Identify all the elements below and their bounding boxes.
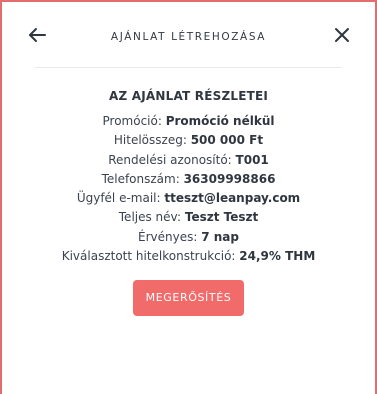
detail-row-promotion: Promóció: Promóció nélkül — [2, 112, 375, 131]
detail-value: Promóció nélkül — [165, 114, 275, 128]
modal-header: AJÁNLAT LÉTREHOZÁSA — [2, 2, 375, 68]
detail-label: Ügyfél e-mail: — [76, 191, 165, 206]
detail-value: tteszt@leanpay.com — [164, 191, 301, 206]
detail-value: 7 nap — [201, 229, 239, 244]
detail-label: Kiválasztott hitelkonstrukció: — [61, 249, 240, 264]
detail-row-loan-construction: Kiválasztott hitelkonstrukció: 24,9% THM — [2, 247, 375, 266]
close-icon[interactable] — [331, 24, 353, 46]
modal-frame: AJÁNLAT LÉTREHOZÁSA AZ AJÁNLAT RÉSZLETEI… — [0, 0, 377, 394]
detail-row-phone: Telefonszám: 36309998866 — [2, 170, 375, 189]
detail-row-loan-amount: Hitelösszeg: 500 000 Ft — [2, 131, 375, 150]
offer-details: AZ AJÁNLAT RÉSZLETEI Promóció: Promóció … — [2, 89, 375, 317]
confirm-button[interactable]: MEGERŐSÍTÉS — [132, 280, 245, 317]
detail-label: Hitelösszeg: — [113, 133, 191, 148]
detail-label: Érvényes: — [138, 229, 202, 244]
detail-row-order-id: Rendelési azonosító: T001 — [2, 151, 375, 170]
detail-label: Teljes név: — [118, 210, 185, 225]
detail-value: 36309998866 — [183, 171, 276, 186]
detail-value: Teszt Teszt — [184, 210, 259, 225]
header-divider — [35, 67, 342, 68]
detail-value: T001 — [235, 152, 269, 167]
detail-row-email: Ügyfél e-mail: tteszt@leanpay.com — [2, 189, 375, 208]
detail-label: Rendelési azonosító: — [108, 152, 236, 167]
detail-label: Telefonszám: — [101, 171, 184, 186]
detail-value: 24,9% THM — [239, 249, 316, 264]
page-title: AJÁNLAT LÉTREHOZÁSA — [110, 31, 267, 43]
detail-label: Promóció: — [102, 114, 166, 128]
section-title: AZ AJÁNLAT RÉSZLETEI — [108, 89, 269, 103]
detail-row-validity: Érvényes: 7 nap — [2, 228, 375, 247]
detail-row-full-name: Teljes név: Teszt Teszt — [2, 208, 375, 227]
detail-value: 500 000 Ft — [190, 133, 264, 148]
